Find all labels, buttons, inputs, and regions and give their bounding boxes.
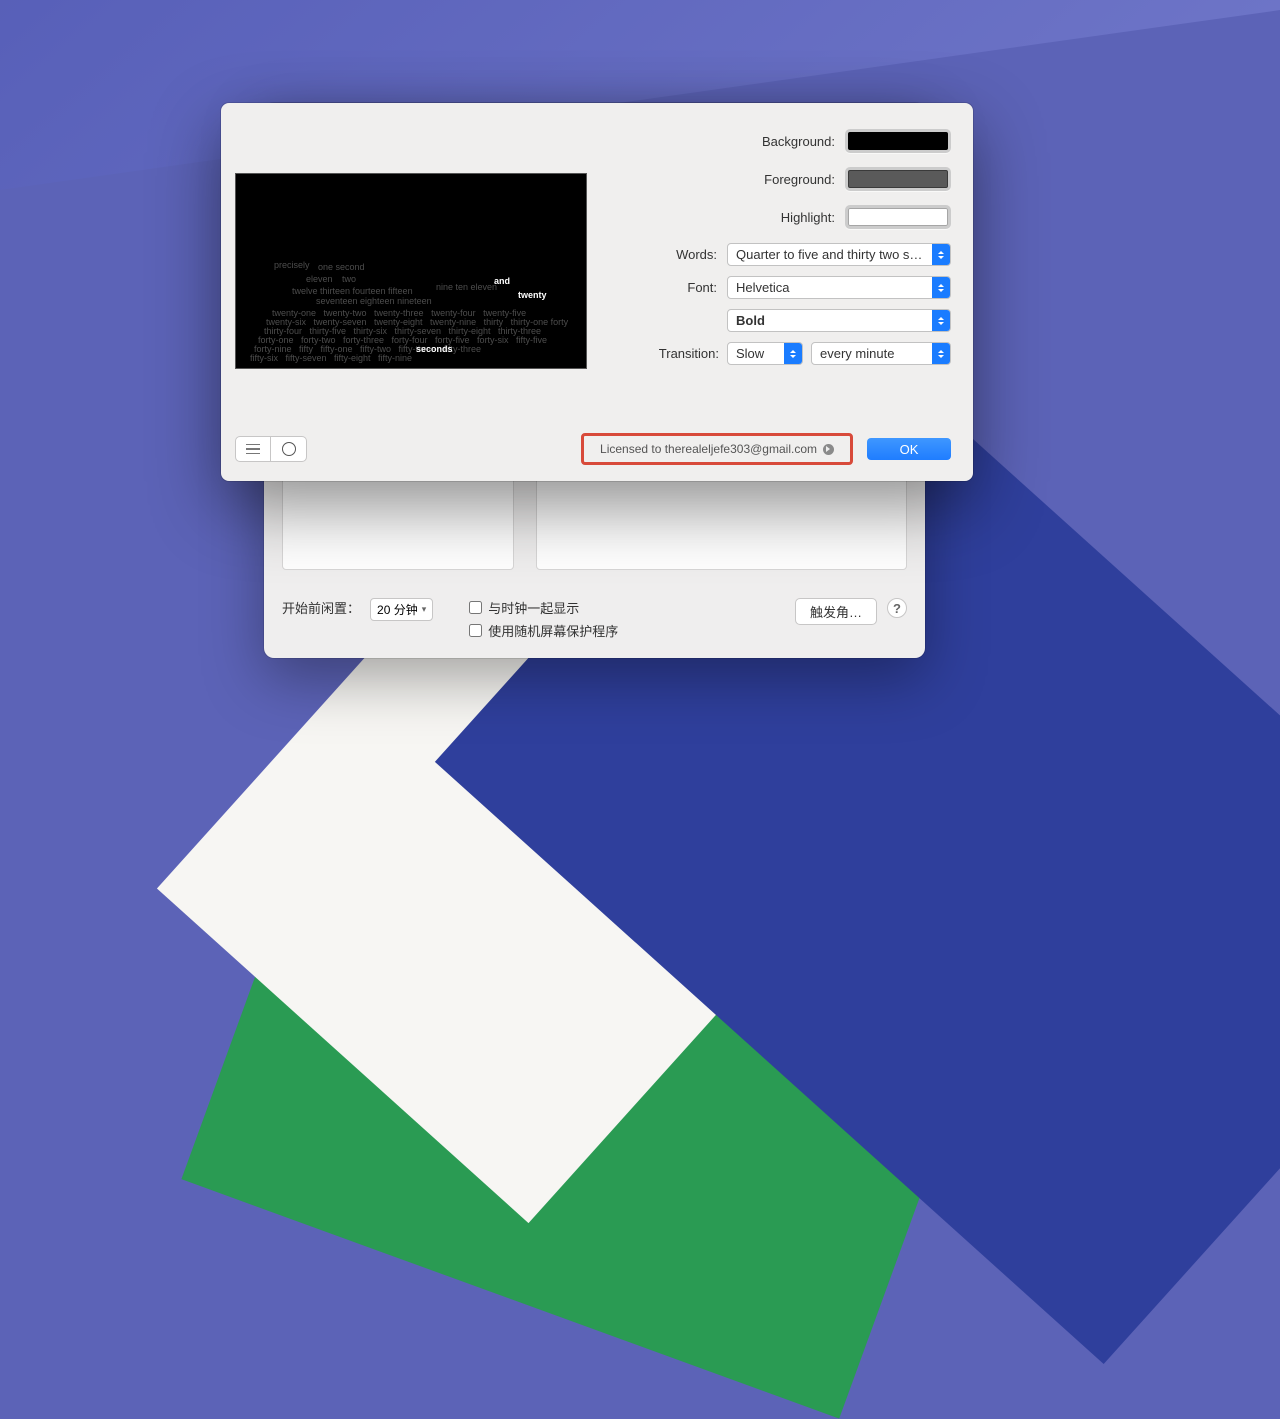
stepper-icon [932,343,950,364]
circle-view-button[interactable] [271,436,307,462]
preview-highlight: and [494,276,510,286]
help-button[interactable]: ? [887,598,907,618]
highlight-label: Highlight: [781,210,835,225]
list-view-button[interactable] [235,436,271,462]
transition-speed-select[interactable]: Slow [727,342,803,365]
view-mode-segment [235,436,307,462]
font-weight-select[interactable]: Bold [727,309,951,332]
show-with-clock-checkbox[interactable]: 与时钟一起显示 [469,598,785,617]
background-color-well[interactable] [845,129,951,153]
font-label: Font: [687,280,717,295]
list-icon [246,444,260,455]
word-clock-preview: precisely one second eleven two twelve t… [235,173,587,369]
circle-icon [282,442,296,456]
transition-label: Transition: [659,346,719,361]
random-screensaver-checkbox[interactable]: 使用随机屏幕保护程序 [469,621,785,640]
license-badge: Licensed to therealeljefe303@gmail.com [581,433,853,465]
play-circle-icon[interactable] [823,444,834,455]
stepper-icon [784,343,802,364]
hot-corners-button[interactable]: 触发角… [795,598,877,625]
license-text: Licensed to therealeljefe303@gmail.com [600,442,817,456]
font-family-select[interactable]: Helvetica [727,276,951,299]
ok-button[interactable]: OK [867,438,951,460]
idle-label: 开始前闲置： [282,598,360,617]
options-sheet: precisely one second eleven two twelve t… [221,103,973,481]
idle-value: 20 分钟 [377,601,418,618]
background-label: Background: [762,134,835,149]
preview-highlight: seconds [416,344,453,354]
stepper-icon [932,277,950,298]
highlight-color-well[interactable] [845,205,951,229]
idle-select[interactable]: 20 分钟▾ [370,598,433,621]
help-icon: ? [893,601,901,616]
foreground-color-well[interactable] [845,167,951,191]
options-form: Background: Foreground: Highlight: Words… [615,123,951,425]
stepper-icon [932,244,950,265]
foreground-label: Foreground: [764,172,835,187]
words-label: Words: [676,247,717,262]
transition-interval-select[interactable]: every minute [811,342,951,365]
preview-highlight: twenty [518,290,547,300]
stepper-icon [932,310,950,331]
sheet-footer: Licensed to therealeljefe303@gmail.com O… [235,425,951,465]
bottom-row: 开始前闲置： 20 分钟▾ 与时钟一起显示 使用随机屏幕保护程序 触发角… ? [282,592,907,640]
words-select[interactable]: Quarter to five and thirty two sec… [727,243,951,266]
